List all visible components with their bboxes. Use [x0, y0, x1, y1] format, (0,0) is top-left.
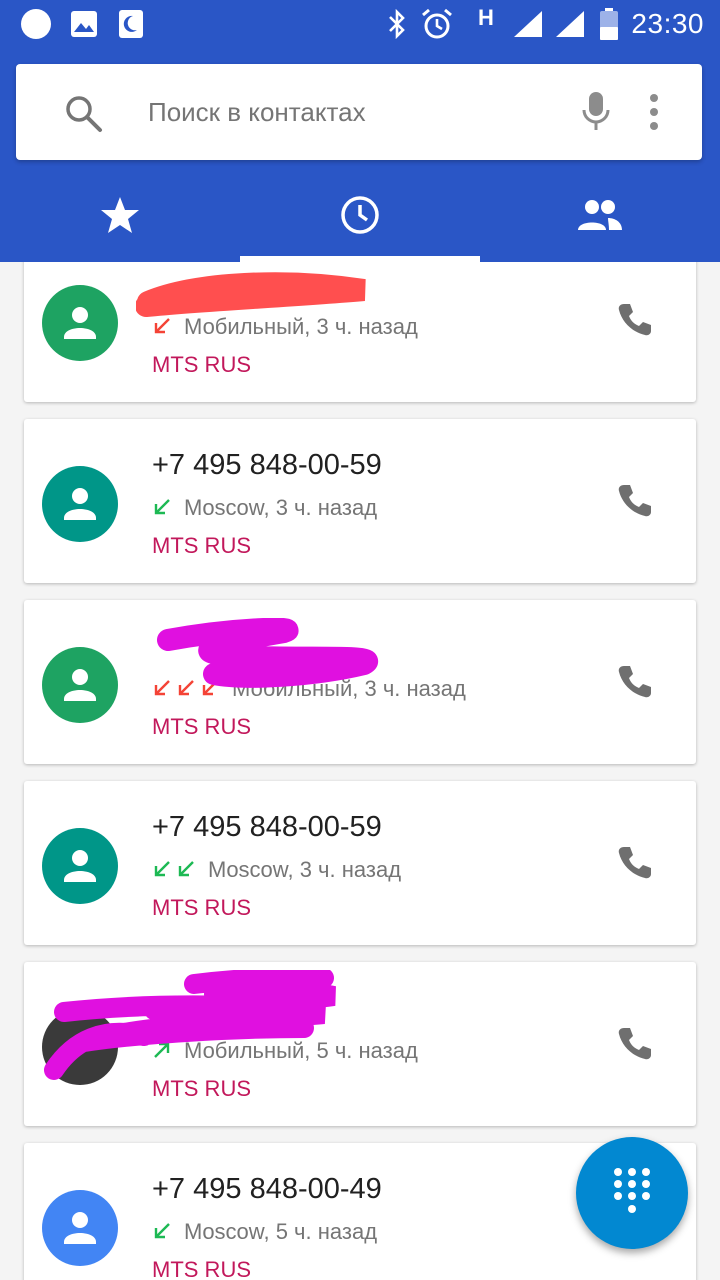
search-icon[interactable]: [64, 94, 104, 139]
phone-icon: [614, 481, 654, 526]
call-log-item[interactable]: +7 495 848-00-59 Moscow, 3 ч. назад MTS …: [24, 419, 696, 583]
call-detail: Мобильный, 5 ч. назад: [152, 1038, 418, 1064]
call-button[interactable]: [610, 298, 658, 346]
caller-name: +7 495 848-00-59: [152, 449, 382, 481]
star-icon: [100, 195, 140, 240]
notification-dot-icon: [20, 0, 52, 48]
call-detail: Мобильный, 3 ч. назад: [152, 676, 466, 702]
call-log-item[interactable]: Мобильный, 3 ч. назад MTS RUS: [24, 262, 696, 402]
missed-call-icon: [152, 316, 176, 338]
search-bar[interactable]: [16, 64, 702, 160]
phone-icon: [614, 662, 654, 707]
tab-bar: [0, 172, 720, 262]
caller-name: +7 495 848-00-49: [152, 1173, 382, 1205]
sim-label: MTS RUS: [152, 895, 251, 920]
tab-favorites[interactable]: [0, 172, 240, 262]
sim-label: MTS RUS: [152, 1076, 251, 1101]
call-log-item[interactable]: +7 495 848-00-59 Moscow, 3 ч. назад MTS …: [24, 781, 696, 945]
outgoing-call-icon: [152, 1040, 176, 1062]
image-icon: [70, 0, 98, 48]
search-input[interactable]: [148, 94, 548, 130]
clock-icon: [339, 194, 381, 241]
call-button[interactable]: [610, 841, 658, 889]
contact-avatar: [42, 828, 118, 904]
call-detail: Moscow, 3 ч. назад: [152, 857, 401, 883]
app-bar: [0, 48, 720, 262]
call-button[interactable]: [610, 479, 658, 527]
more-vert-icon[interactable]: [648, 92, 660, 137]
call-button[interactable]: [610, 1022, 658, 1070]
call-detail: Мобильный, 3 ч. назад: [152, 314, 418, 340]
incoming-call-icon: [152, 1221, 176, 1243]
status-bar: H 23:30: [0, 0, 720, 48]
clock-time: 23:30: [631, 8, 704, 39]
mic-icon[interactable]: [581, 90, 611, 139]
call-detail: Moscow, 5 ч. назад: [152, 1219, 377, 1245]
caller-name: +7 495 848-00-59: [152, 811, 382, 843]
call-log-item[interactable]: Мобильный, 5 ч. назад MTS RUS: [24, 962, 696, 1126]
bluetooth-icon: [386, 0, 408, 48]
call-log-list[interactable]: Мобильный, 3 ч. назад MTS RUS +7 495 848…: [0, 262, 720, 1280]
call-detail: Moscow, 3 ч. назад: [152, 495, 377, 521]
people-icon: [577, 198, 623, 237]
sim-label: MTS RUS: [152, 352, 251, 377]
tab-recents[interactable]: [240, 172, 480, 262]
alarm-icon: [420, 0, 454, 48]
contact-avatar: [42, 285, 118, 361]
phone-icon: [614, 300, 654, 345]
signal-icon: [552, 0, 586, 48]
call-log-item[interactable]: Мобильный, 3 ч. назад MTS RUS: [24, 600, 696, 764]
sim-label: MTS RUS: [152, 1257, 251, 1280]
redaction-mark: [136, 272, 366, 317]
contact-avatar: [42, 466, 118, 542]
missed-call-icon: [152, 678, 224, 700]
signal-icon: [510, 0, 544, 48]
contact-avatar: [42, 1190, 118, 1266]
phone-icon: [614, 1024, 654, 1069]
phone-icon: [614, 843, 654, 888]
dialpad-button[interactable]: [576, 1137, 688, 1249]
sim-label: MTS RUS: [152, 533, 251, 558]
dialpad-icon: [610, 1166, 654, 1221]
incoming-call-icon: [152, 497, 176, 519]
sim-label: MTS RUS: [152, 714, 251, 739]
moon-icon: [118, 0, 144, 48]
incoming-call-icon: [152, 859, 200, 881]
call-button[interactable]: [610, 660, 658, 708]
contact-photo: [42, 1009, 118, 1085]
tab-contacts[interactable]: [480, 172, 720, 262]
network-type: H: [478, 5, 494, 30]
battery-icon: [598, 0, 620, 48]
contact-avatar: [42, 647, 118, 723]
